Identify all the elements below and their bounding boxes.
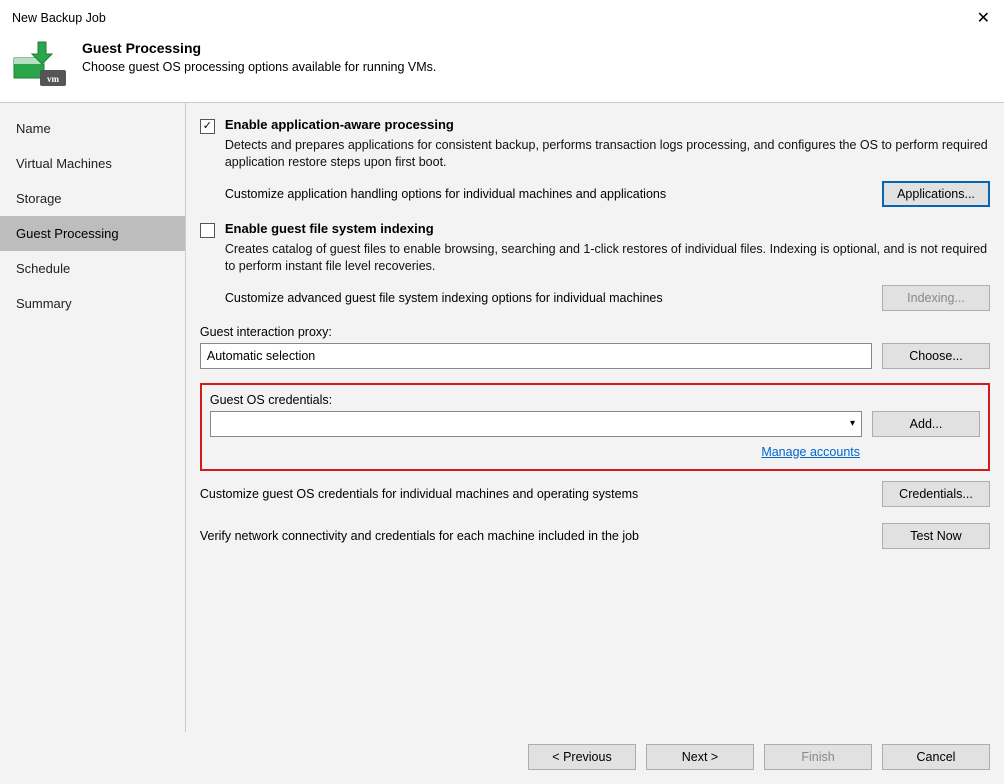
proxy-value: Automatic selection	[207, 349, 315, 363]
credentials-combo[interactable]: ▾	[210, 411, 862, 437]
choose-proxy-button[interactable]: Choose...	[882, 343, 990, 369]
page-subtitle: Choose guest OS processing options avail…	[82, 60, 436, 74]
add-credentials-button[interactable]: Add...	[872, 411, 980, 437]
section-indexing: Enable guest file system indexing Create…	[200, 221, 990, 311]
verify-text: Verify network connectivity and credenti…	[200, 529, 872, 543]
desc-app-aware: Detects and prepares applications for co…	[225, 137, 990, 171]
proxy-input[interactable]: Automatic selection	[200, 343, 872, 369]
credentials-label: Guest OS credentials:	[210, 393, 980, 407]
previous-button[interactable]: < Previous	[528, 744, 636, 770]
wizard-footer: < Previous Next > Finish Cancel	[0, 732, 1004, 784]
page-title: Guest Processing	[82, 40, 436, 56]
content-area: ✓ Enable application-aware processing De…	[186, 103, 1004, 732]
indexing-button: Indexing...	[882, 285, 990, 311]
finish-button: Finish	[764, 744, 872, 770]
cancel-button[interactable]: Cancel	[882, 744, 990, 770]
svg-text:vm: vm	[47, 74, 60, 84]
customize-app-aware-text: Customize application handling options f…	[225, 187, 872, 201]
customize-credentials-row: Customize guest OS credentials for indiv…	[200, 481, 990, 507]
checkbox-app-aware[interactable]: ✓	[200, 119, 215, 134]
nav-summary[interactable]: Summary	[0, 286, 185, 321]
section-app-aware: ✓ Enable application-aware processing De…	[200, 117, 990, 207]
proxy-label: Guest interaction proxy:	[200, 325, 990, 339]
verify-row: Verify network connectivity and credenti…	[200, 523, 990, 549]
nav-name[interactable]: Name	[0, 111, 185, 146]
nav-schedule[interactable]: Schedule	[0, 251, 185, 286]
close-icon[interactable]: ✕	[973, 8, 994, 28]
wizard-header: vm Guest Processing Choose guest OS proc…	[0, 30, 1004, 102]
credentials-button[interactable]: Credentials...	[882, 481, 990, 507]
manage-accounts-link[interactable]: Manage accounts	[761, 445, 860, 459]
chevron-down-icon: ▾	[850, 418, 855, 429]
nav-guest-processing[interactable]: Guest Processing	[0, 216, 185, 251]
applications-button[interactable]: Applications...	[882, 181, 990, 207]
window-title: New Backup Job	[12, 11, 106, 25]
backup-vm-icon: vm	[12, 40, 68, 88]
credentials-highlight: Guest OS credentials: ▾ Add... Manage ac…	[200, 383, 990, 471]
next-button[interactable]: Next >	[646, 744, 754, 770]
label-app-aware: Enable application-aware processing	[225, 117, 454, 132]
desc-indexing: Creates catalog of guest files to enable…	[225, 241, 990, 275]
nav-virtual-machines[interactable]: Virtual Machines	[0, 146, 185, 181]
titlebar: New Backup Job ✕	[0, 0, 1004, 30]
test-now-button[interactable]: Test Now	[882, 523, 990, 549]
wizard-sidebar: Name Virtual Machines Storage Guest Proc…	[0, 103, 186, 732]
checkbox-indexing[interactable]	[200, 223, 215, 238]
nav-storage[interactable]: Storage	[0, 181, 185, 216]
label-indexing: Enable guest file system indexing	[225, 221, 434, 236]
customize-credentials-text: Customize guest OS credentials for indiv…	[200, 487, 872, 501]
customize-indexing-text: Customize advanced guest file system ind…	[225, 291, 872, 305]
section-proxy: Guest interaction proxy: Automatic selec…	[200, 325, 990, 369]
